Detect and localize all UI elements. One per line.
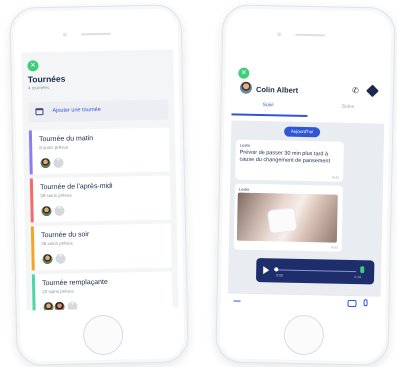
bandage-image bbox=[268, 208, 297, 233]
avatar bbox=[53, 300, 66, 311]
add-member-icon[interactable] bbox=[53, 157, 64, 168]
navigation-icon[interactable] bbox=[366, 84, 379, 98]
message-list: Aujourd'hui Leslie Prévoir de passer 30 … bbox=[227, 120, 385, 296]
add-member-icon[interactable] bbox=[67, 301, 78, 311]
wound-photo[interactable] bbox=[236, 192, 338, 243]
audio-elapsed: 0:00 bbox=[276, 273, 283, 278]
voice-message: 0:00 1:14 bbox=[255, 257, 375, 285]
message-bubble: Leslie Prévoir de passer 30 min plus tar… bbox=[235, 139, 344, 182]
app-logo-icon bbox=[27, 60, 39, 72]
tour-card-evening[interactable]: Tournée du soir 38 soins prévus bbox=[30, 223, 172, 271]
add-member-icon[interactable] bbox=[55, 253, 66, 264]
page-title: Tournées bbox=[27, 73, 66, 85]
home-button bbox=[283, 314, 325, 356]
audio-duration: 1:14 bbox=[354, 275, 361, 280]
tour-name: Tournée du matin bbox=[38, 135, 94, 144]
home-button bbox=[82, 314, 124, 356]
mic-icon bbox=[360, 266, 365, 274]
add-member-icon[interactable] bbox=[54, 205, 65, 216]
message-time: 8:41 bbox=[332, 175, 340, 180]
tour-color-bar bbox=[31, 274, 36, 311]
phone-icon[interactable]: ✆ bbox=[352, 86, 359, 95]
chat-header: Colin Albert ✆ Suivi Soins bbox=[231, 60, 386, 124]
avatar bbox=[40, 204, 53, 218]
tour-card-afternoon[interactable]: Tournée de l'après-midi 38 soins prévus bbox=[29, 175, 171, 223]
tab-soins[interactable]: Soins bbox=[342, 104, 355, 110]
tab-suivi[interactable]: Suivi bbox=[263, 102, 274, 108]
photo-message-bubble[interactable]: Leslie 8:43 bbox=[233, 183, 343, 252]
tours-screen: Tournées 4 tournées Ajouter une tournée … bbox=[21, 49, 179, 311]
phone-frame-right: Colin Albert ✆ Suivi Soins Aujourd'hui L… bbox=[215, 4, 396, 366]
phone-frame-left: Tournées 4 tournées Ajouter une tournée … bbox=[9, 4, 189, 366]
date-separator: Aujourd'hui bbox=[284, 126, 321, 138]
avatar bbox=[39, 156, 52, 170]
tour-name: Tournée remplaçante bbox=[41, 278, 108, 288]
tour-card-morning[interactable]: Tournée du matin 8 soins prévus bbox=[28, 127, 170, 175]
avatar bbox=[41, 252, 54, 266]
contact-name: Colin Albert bbox=[255, 84, 299, 95]
tour-count: 8 soins prévus bbox=[39, 144, 69, 151]
text-cursor bbox=[233, 300, 241, 302]
add-tour-label: Ajouter une tournée bbox=[52, 106, 101, 114]
avatar bbox=[239, 81, 253, 94]
message-author: Leslie bbox=[239, 142, 251, 148]
page-subtitle: 4 tournées bbox=[27, 85, 50, 91]
chat-screen: Colin Albert ✆ Suivi Soins Aujourd'hui L… bbox=[227, 60, 386, 311]
front-camera bbox=[277, 32, 282, 37]
mic-icon[interactable] bbox=[363, 299, 368, 307]
message-input-bar[interactable] bbox=[227, 292, 381, 311]
message-author: Leslie bbox=[238, 186, 250, 192]
calendar-icon bbox=[35, 108, 44, 116]
active-tab-indicator bbox=[231, 113, 308, 118]
tour-color-bar bbox=[28, 130, 33, 175]
app-logo-icon bbox=[238, 67, 250, 79]
tour-color-bar bbox=[29, 178, 34, 223]
front-camera bbox=[62, 32, 67, 37]
audio-progress-knob[interactable] bbox=[274, 267, 279, 272]
tour-name: Tournée de l'après-midi bbox=[39, 182, 113, 192]
speaker-grille bbox=[295, 33, 326, 37]
play-icon[interactable] bbox=[263, 266, 270, 275]
tour-count: 38 soins prévus bbox=[40, 192, 72, 199]
add-tour-button[interactable]: Ajouter une tournée bbox=[28, 99, 169, 123]
tour-count: 38 soins prévus bbox=[41, 240, 73, 247]
message-text: Prévoir de passer 30 min plus tard à cau… bbox=[239, 149, 331, 165]
audio-progress-track[interactable] bbox=[276, 269, 357, 273]
speaker-grille bbox=[80, 32, 111, 36]
tour-color-bar bbox=[30, 226, 35, 271]
message-time: 8:43 bbox=[330, 245, 338, 250]
tour-card-replacement[interactable]: Tournée remplaçante 20 soins prévus bbox=[31, 271, 173, 311]
tour-count: 20 soins prévus bbox=[42, 288, 74, 295]
camera-icon[interactable] bbox=[347, 299, 357, 308]
tour-name: Tournée du soir bbox=[40, 231, 90, 240]
